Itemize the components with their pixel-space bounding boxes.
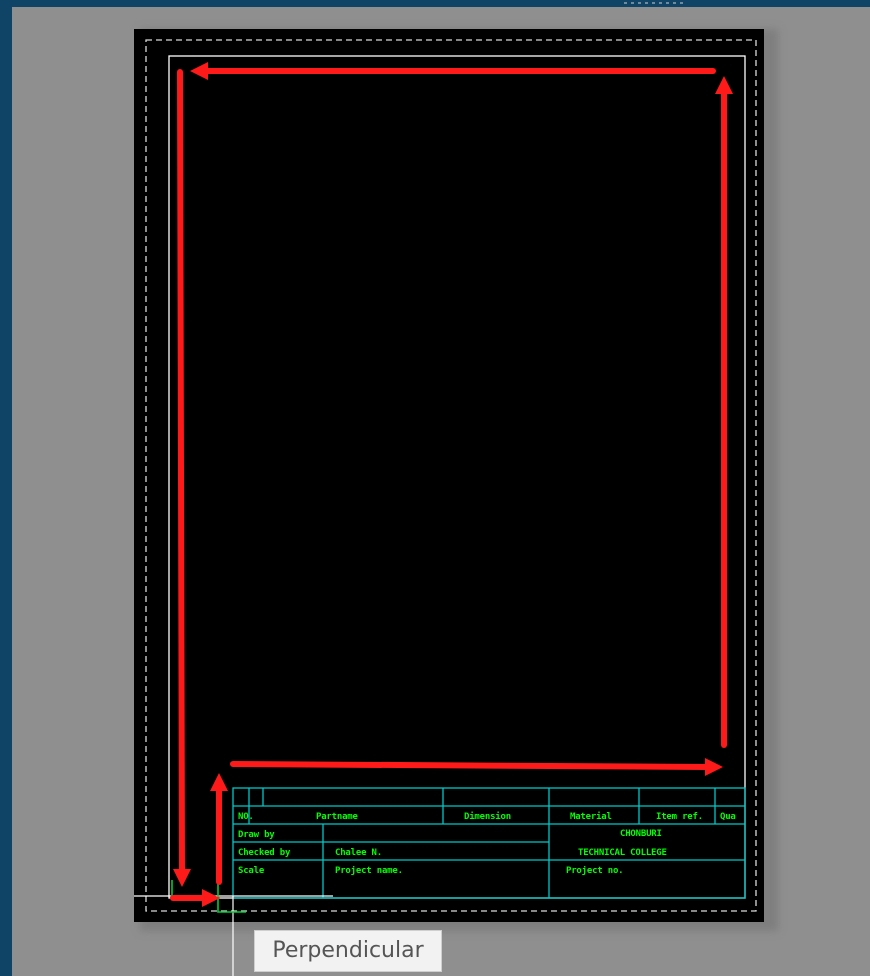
checked-by-label: Checked by: [238, 848, 291, 858]
header-no: NO.: [238, 812, 254, 822]
header-partname: Partname: [316, 812, 358, 822]
checked-by-value: Chalee N.: [335, 848, 382, 858]
osnap-tooltip: Perpendicular: [254, 930, 442, 972]
draw-by-label: Draw by: [238, 830, 275, 840]
header-dimension: Dimension: [464, 812, 511, 822]
header-qty: Qua: [720, 812, 736, 822]
project-no-label: Project no.: [566, 866, 624, 876]
header-item-ref: Item ref.: [656, 812, 703, 822]
drawing-canvas[interactable]: [0, 0, 870, 976]
title-block-lines: [232, 787, 746, 899]
school-line-2: TECHNICAL COLLEGE: [578, 848, 667, 858]
red-arrow-icon: [170, 62, 733, 907]
school-line-1: CHONBURI: [620, 829, 662, 839]
drawing-border: [168, 55, 746, 899]
printable-area-boundary: [145, 39, 757, 912]
project-name-label: Project name.: [335, 866, 403, 876]
header-material: Material: [570, 812, 612, 822]
scale-label: Scale: [238, 866, 265, 876]
